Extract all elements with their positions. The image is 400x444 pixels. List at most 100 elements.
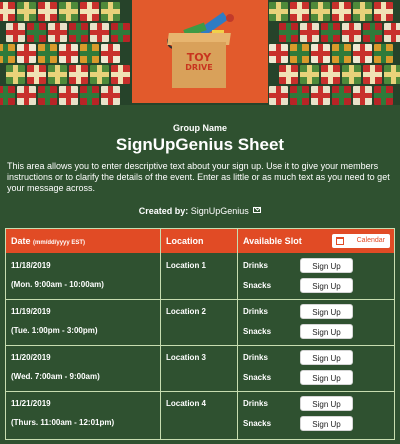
row-divider [6, 299, 394, 300]
gift-box-decoration [59, 2, 78, 21]
page-title: SignUpGenius Sheet [115, 135, 285, 154]
gift-box-decoration [290, 44, 309, 63]
group-name: Group Name [172, 123, 227, 133]
gift-box-decoration [80, 44, 99, 63]
gift-box-decoration [101, 44, 120, 63]
mail-icon[interactable] [253, 207, 262, 213]
slot-label: Drinks [243, 307, 268, 316]
gift-box-decoration [332, 2, 351, 21]
sign-up-button[interactable]: Sign Up [300, 350, 353, 365]
gift-box-decoration [311, 2, 330, 21]
gift-box-decoration [101, 86, 120, 105]
gift-box-decoration [27, 23, 46, 42]
created-by-label: Created by: [138, 206, 189, 216]
date-header-label: Date [11, 236, 31, 246]
gift-box-decoration [374, 44, 393, 63]
row-date: 11/19/2019 [11, 307, 51, 316]
row-divider [6, 391, 394, 392]
row-location: Location 1 [166, 261, 207, 270]
gift-box-decoration [279, 23, 298, 42]
gift-box-decoration [48, 65, 67, 84]
gift-box-decoration [342, 23, 361, 42]
slot-label: Snacks [243, 373, 272, 382]
table-header: Date (mm/dd/yyyy EST) Location Available… [6, 229, 394, 253]
gift-box-decoration [0, 86, 15, 105]
gift-box-decoration [90, 23, 109, 42]
row-date: 11/20/2019 [11, 353, 51, 362]
gift-box-decoration [0, 2, 15, 21]
gift-box-decoration [269, 86, 288, 105]
gift-box-decoration [342, 65, 361, 84]
sign-up-button[interactable]: Sign Up [300, 396, 353, 411]
gift-box-decoration [80, 86, 99, 105]
sign-up-button[interactable]: Sign Up [300, 278, 353, 293]
slot-label: Snacks [243, 327, 272, 336]
sign-up-button[interactable]: Sign Up [300, 416, 353, 431]
slot-label: Drinks [243, 261, 268, 270]
header-banner: TOY DRIVE [0, 0, 400, 105]
sheet-description: This area allows you to enter descriptiv… [7, 161, 390, 193]
gift-box-decoration [269, 2, 288, 21]
gift-box-decoration [384, 23, 400, 42]
column-header-date: Date (mm/dd/yyyy EST) [11, 229, 85, 253]
gift-box-decoration [363, 65, 382, 84]
sign-up-button[interactable]: Sign Up [300, 258, 353, 273]
logo-text-toy: TOY [186, 51, 212, 64]
row-time: (Thurs. 11:00am - 12:01pm) [11, 418, 115, 427]
gift-box-decoration [290, 2, 309, 21]
gift-box-decoration [353, 2, 372, 21]
gift-box-decoration [269, 44, 288, 63]
gift-box-decoration [311, 44, 330, 63]
gift-box-decoration [80, 2, 99, 21]
gift-box-decoration [290, 86, 309, 105]
slot-label: Drinks [243, 399, 268, 408]
gift-box-decoration [90, 65, 109, 84]
created-by-line: Created by: SignUpGenius [0, 206, 400, 216]
row-time: (Mon. 9:00am - 10:00am) [11, 280, 104, 289]
gift-box-decoration [332, 44, 351, 63]
calendar-button[interactable]: Calendar [332, 234, 390, 248]
sign-up-button[interactable]: Sign Up [300, 304, 353, 319]
row-divider [6, 345, 394, 346]
gift-box-decoration [59, 44, 78, 63]
gift-box-decoration [17, 86, 36, 105]
gift-box-decoration [353, 86, 372, 105]
gift-box-decoration [59, 86, 78, 105]
row-location: Location 3 [166, 353, 207, 362]
gift-box-decoration [332, 86, 351, 105]
gift-box-decoration [17, 2, 36, 21]
gift-box-decoration [279, 65, 298, 84]
row-date: 11/18/2019 [11, 261, 51, 270]
sign-up-button[interactable]: Sign Up [300, 370, 353, 385]
gift-box-decoration [111, 23, 130, 42]
creator-name[interactable]: SignUpGenius [191, 206, 249, 216]
column-divider [237, 229, 238, 439]
date-format-hint: (mm/dd/yyyy EST) [33, 240, 86, 246]
gift-box-decoration [321, 23, 340, 42]
gift-box-decoration [69, 23, 88, 42]
signup-table: Date (mm/dd/yyyy EST) Location Available… [5, 228, 395, 440]
row-time: (Tue. 1:00pm - 3:00pm) [11, 326, 98, 335]
gift-box-decoration [353, 44, 372, 63]
calendar-icon [336, 237, 344, 245]
row-location: Location 2 [166, 307, 207, 316]
gift-box-decoration [374, 2, 393, 21]
slot-label: Snacks [243, 281, 272, 290]
gift-box-decoration [38, 86, 57, 105]
gift-box-decoration [300, 23, 319, 42]
sign-up-button[interactable]: Sign Up [300, 324, 353, 339]
gift-box-decoration [6, 23, 25, 42]
gift-box-decoration [27, 65, 46, 84]
gift-box-decoration [101, 2, 120, 21]
row-date: 11/21/2019 [11, 399, 51, 408]
column-header-slot: Available Slot [243, 236, 302, 246]
slot-label: Snacks [243, 419, 272, 428]
gift-box-decoration [17, 44, 36, 63]
logo-text-drive: DRIVE [185, 63, 213, 72]
gift-box-decoration [384, 65, 400, 84]
slot-label: Drinks [243, 353, 268, 362]
gift-box-decoration [300, 65, 319, 84]
gift-box-decoration [374, 86, 393, 105]
gift-box-decoration [6, 65, 25, 84]
gift-box-decoration [321, 65, 340, 84]
